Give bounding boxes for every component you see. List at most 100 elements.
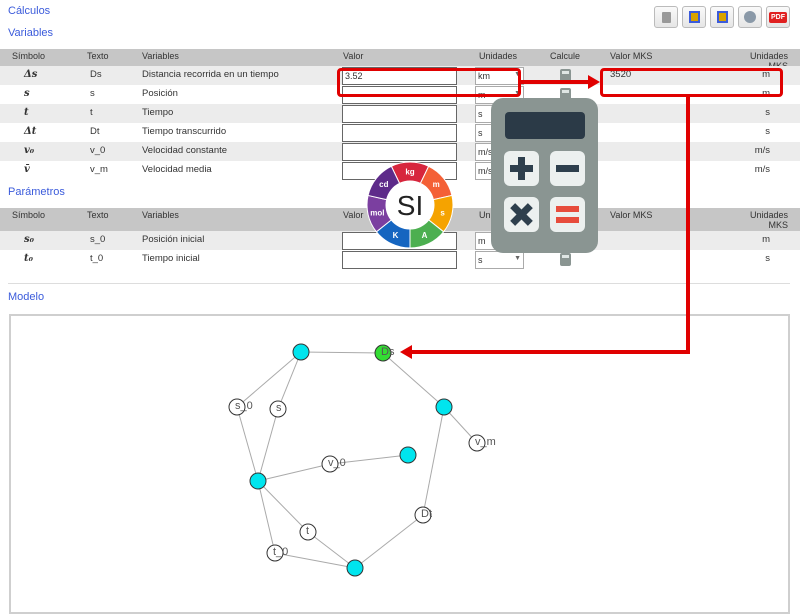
row-description: Posición inicial — [142, 234, 205, 245]
section-calculos[interactable]: Cálculos — [8, 5, 50, 17]
load-button[interactable] — [710, 6, 734, 28]
header-variables: Variables — [142, 210, 179, 220]
header-valor: Valor — [343, 51, 364, 61]
unit-select[interactable]: s▼ — [475, 251, 524, 269]
row-description: Tiempo inicial — [142, 253, 200, 264]
table-row: t₀ t_0 Tiempo inicial s ▼ s — [0, 250, 800, 269]
toolbar: PDF — [654, 6, 790, 28]
unit-value: s — [478, 128, 483, 138]
pdf-icon: PDF — [769, 11, 787, 23]
highlight-result — [600, 68, 783, 97]
header-texto: Texto — [87, 51, 109, 61]
graph-node[interactable] — [435, 398, 453, 416]
si-unit-label: kg — [405, 168, 414, 177]
value-input[interactable] — [342, 105, 457, 123]
row-text: v_m — [90, 164, 108, 175]
pdf-button[interactable]: PDF — [766, 6, 790, 28]
graph-node-label: Dt — [421, 508, 432, 520]
highlight-input — [337, 68, 521, 97]
disk-button[interactable] — [738, 6, 762, 28]
value-input[interactable] — [342, 251, 457, 269]
value-input[interactable] — [342, 124, 457, 142]
row-description: Tiempo transcurrido — [142, 126, 227, 137]
graph-node[interactable] — [292, 343, 310, 361]
row-symbol: s — [24, 88, 30, 99]
graph-edge — [257, 463, 331, 482]
header-simbolo: Símbolo — [12, 51, 46, 61]
graph-node-label: s — [276, 402, 282, 414]
header-texto: Texto — [87, 210, 109, 220]
graph-edge — [257, 480, 309, 533]
graph-node-label: Ds — [381, 346, 395, 358]
arrow-to-node — [412, 350, 690, 354]
table-row: ΔtDtTiempo transcurridos▼s — [0, 123, 800, 142]
unit-value: s — [478, 255, 483, 265]
save-button[interactable] — [682, 6, 706, 28]
header-variables: Variables — [142, 51, 179, 61]
si-logo: kg m s A Kmol cd SI — [366, 161, 454, 249]
graph-edge — [236, 351, 302, 408]
header-valor: Valor — [343, 210, 364, 220]
calculator-icon — [491, 98, 598, 253]
row-text: t — [90, 107, 93, 118]
unit-value: m — [478, 236, 486, 246]
table-row: ttTiempos▼s — [0, 104, 800, 123]
arrow-input-result — [521, 80, 590, 84]
trash-button[interactable] — [654, 6, 678, 28]
value-input[interactable] — [342, 143, 457, 161]
section-parametros[interactable]: Parámetros — [8, 186, 65, 198]
disk-icon — [744, 11, 756, 23]
model-graph[interactable]: Ds s_0 s v_m v_0 Dt t t_0 — [9, 314, 790, 614]
row-text: t_0 — [90, 253, 104, 264]
divider — [8, 283, 790, 284]
row-description: Distancia recorrida en un tiempo — [142, 69, 279, 80]
graph-node-label: t_0 — [273, 546, 288, 558]
graph-edge — [422, 406, 445, 516]
minus-key — [550, 151, 585, 186]
mks-unit: s — [765, 126, 770, 137]
chevron-down-icon: ▼ — [514, 255, 521, 262]
calculate-icon[interactable] — [560, 253, 571, 266]
arrow-head-right — [588, 75, 600, 89]
save-icon — [688, 11, 700, 23]
header-unidades: Unidades — [479, 51, 518, 61]
graph-edge — [307, 531, 356, 569]
graph-node[interactable] — [399, 446, 417, 464]
graph-edge — [277, 351, 302, 410]
row-symbol: Δs — [24, 69, 38, 80]
trash-icon — [661, 11, 671, 23]
graph-edge — [382, 352, 445, 408]
graph-node[interactable] — [249, 472, 267, 490]
mks-unit: m/s — [754, 164, 770, 175]
row-description: Velocidad constante — [142, 145, 228, 156]
row-symbol: s₀ — [24, 234, 35, 245]
header-valor-mks: Valor MKS — [610, 210, 653, 220]
arrow-head-left — [400, 345, 412, 359]
row-text: v_0 — [90, 145, 106, 156]
section-variables[interactable]: Variables — [8, 27, 53, 39]
header-simbolo: Símbolo — [12, 210, 46, 220]
graph-edge — [257, 408, 279, 482]
graph-edge — [257, 480, 276, 554]
si-unit-label: m — [433, 180, 440, 189]
graph-node-label: s_0 — [235, 400, 253, 412]
row-description: Velocidad media — [142, 164, 212, 175]
mks-unit: s — [765, 107, 770, 118]
si-unit-label: s — [440, 208, 445, 217]
section-modelo[interactable]: Modelo — [8, 291, 44, 303]
si-unit-label: K — [393, 231, 399, 240]
row-symbol: t — [24, 107, 29, 118]
header-valor-mks: Valor MKS — [610, 51, 653, 61]
row-description: Tiempo — [142, 107, 174, 118]
multiply-key — [504, 197, 539, 232]
row-text: Dt — [90, 126, 100, 137]
load-icon — [716, 11, 728, 23]
model-canvas[interactable]: Ds s_0 s v_m v_0 Dt t t_0 — [9, 314, 790, 614]
arrow-result-down — [686, 97, 690, 353]
graph-node-label: v_0 — [328, 457, 346, 469]
calculator-screen — [505, 112, 585, 139]
unit-value: s — [478, 109, 483, 119]
graph-node-label: t — [306, 525, 309, 537]
graph-node[interactable] — [346, 559, 364, 577]
row-text: s — [90, 88, 95, 99]
